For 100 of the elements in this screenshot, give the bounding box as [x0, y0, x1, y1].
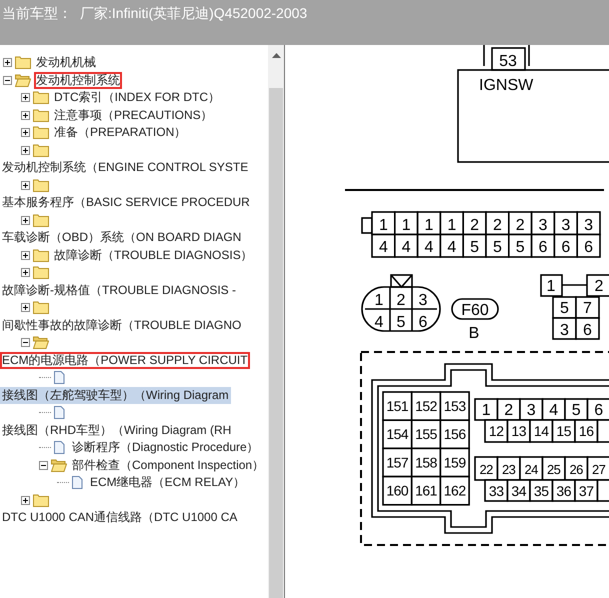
expand-toggle-icon[interactable] [21, 128, 30, 138]
pin-number: 6 [538, 239, 548, 256]
scrollbar[interactable] [268, 45, 285, 598]
pin-number: 4 [378, 239, 388, 256]
pin-number: 161 [415, 482, 437, 499]
tree-item[interactable]: DTC索引（INDEX FOR DTC） [52, 89, 222, 106]
pin-number: 158 [415, 454, 437, 470]
pin-number: 3 [584, 217, 594, 234]
folder-icon [33, 248, 49, 262]
open-folder-icon [15, 74, 31, 87]
tree-item[interactable]: 发动机控制系统（ENGINE CONTROL SYSTE [0, 159, 250, 176]
pin-number: 2 [594, 278, 604, 295]
folder-icon [33, 91, 49, 104]
pin-number: 4 [424, 239, 434, 256]
pin-number: 3 [560, 322, 569, 339]
tree-item[interactable]: 部件检查（Component Inspection） [70, 456, 266, 474]
pin-number: 1 [482, 402, 491, 419]
pin-number: 2 [396, 292, 406, 309]
pin-number: 152 [415, 398, 437, 414]
folder-icon [33, 266, 49, 280]
tree-item[interactable]: ECM的电源电路（POWER SUPPLY CIRCUIT [0, 352, 250, 369]
scrollbar-thumb[interactable] [269, 88, 283, 598]
pin-number: 16 [578, 423, 594, 439]
tree-item[interactable]: DTC U1000 CAN通信线路（DTC U1000 CA [0, 509, 240, 526]
tree-item[interactable]: 接线图（左舵驾驶车型）（Wiring Diagram [0, 386, 231, 404]
pin-number: 3 [538, 217, 548, 234]
open-folder-icon [33, 336, 49, 350]
pin-number: 1 [378, 217, 388, 234]
tree-item[interactable]: 故障诊断（TROUBLE DIAGNOSIS） [52, 246, 255, 264]
tree-item[interactable]: 基本服务程序（BASIC SERVICE PROCEDUR [0, 194, 252, 212]
tree-item[interactable]: 准备（PREPARATION） [52, 124, 188, 142]
connector-id-outline [451, 298, 499, 320]
folder-icon [33, 144, 49, 157]
pin-number: 5 [516, 239, 525, 256]
tree-item[interactable]: 间歇性事故的故障诊断（TROUBLE DIAGNO [0, 316, 244, 334]
wire-color-code: B [468, 325, 480, 342]
pin-number: 26 [569, 462, 583, 477]
expand-toggle-icon[interactable] [21, 93, 30, 102]
pin-number: 1 [402, 217, 411, 234]
pin-number: 4 [447, 239, 456, 256]
vehicle-label: 当前车型： [2, 5, 72, 21]
pin-number: 2 [470, 217, 480, 234]
scroll-up-icon[interactable] [272, 53, 280, 58]
pin-number: 35 [534, 483, 548, 499]
expand-toggle-icon[interactable] [21, 180, 30, 190]
pin-number: 3 [418, 292, 428, 309]
tree-item[interactable]: 诊断程序（Diagnostic Procedure） [70, 439, 261, 456]
pin-number: 53 [499, 53, 517, 70]
pin-number: 5 [560, 300, 569, 317]
pin-number: 6 [561, 239, 570, 256]
pin-number: 2 [504, 402, 514, 419]
expand-toggle-icon[interactable] [3, 58, 12, 68]
connector-id: F60 [461, 302, 489, 319]
pin-number: 37 [578, 483, 594, 499]
tree-item[interactable]: 注意事项（PRECAUTIONS） [52, 106, 215, 124]
document-icon [51, 371, 67, 384]
pin-number: 2 [516, 217, 525, 234]
pin-number: 24 [524, 462, 538, 477]
pin-number: 159 [444, 454, 466, 470]
pin-number: 156 [444, 426, 466, 442]
pin-number: 5 [470, 239, 480, 256]
pin-number: 12 [488, 423, 504, 439]
tree-item[interactable]: 车载诊断（OBD）系统（ON BOARD DIAGN [0, 229, 244, 246]
folder-icon [33, 108, 49, 122]
tree-item[interactable]: 发动机机械 [34, 54, 98, 72]
pin-number: 2 [492, 217, 502, 234]
expand-toggle-icon[interactable] [21, 110, 30, 120]
pin-number: 7 [583, 300, 592, 317]
expand-toggle-icon[interactable] [21, 496, 30, 505]
expand-toggle-icon[interactable] [3, 76, 12, 85]
pin-number: 3 [526, 402, 536, 419]
pin-number: 13 [511, 423, 526, 439]
pin-number: 6 [594, 402, 604, 419]
pin-number: 160 [386, 482, 408, 499]
tree-item[interactable]: 接线图（RHD车型）（Wiring Diagram (RH [0, 422, 234, 439]
pin-number: 4 [374, 314, 384, 331]
expand-toggle-icon[interactable] [21, 338, 30, 348]
tree-item[interactable]: 故障诊断-规格值（TROUBLE DIAGNOSIS - [0, 282, 238, 299]
document-icon [51, 441, 67, 454]
expand-toggle-icon[interactable] [21, 303, 30, 312]
open-folder-icon [51, 458, 67, 472]
document-icon [69, 476, 85, 490]
expand-toggle-icon[interactable] [39, 460, 48, 470]
pin-number: 153 [444, 398, 466, 414]
pin-number: 155 [415, 426, 437, 442]
tree-item[interactable]: 发动机控制系统 [34, 72, 122, 89]
pin-number: 1 [447, 217, 456, 234]
pin-number: 33 [488, 483, 504, 499]
expand-toggle-icon[interactable] [21, 146, 30, 155]
folder-icon [33, 301, 49, 314]
pin-number: 5 [492, 239, 502, 256]
pin-number: 5 [572, 402, 581, 419]
expand-toggle-icon[interactable] [21, 250, 30, 260]
pin-number: 3 [561, 217, 570, 234]
pin-number: 1 [424, 217, 434, 234]
pin-number: 25 [546, 462, 560, 477]
pin-number: 151 [386, 398, 408, 414]
expand-toggle-icon[interactable] [21, 268, 30, 278]
expand-toggle-icon[interactable] [21, 216, 30, 225]
tree-item[interactable]: ECM继电器（ECM RELAY） [88, 474, 248, 492]
